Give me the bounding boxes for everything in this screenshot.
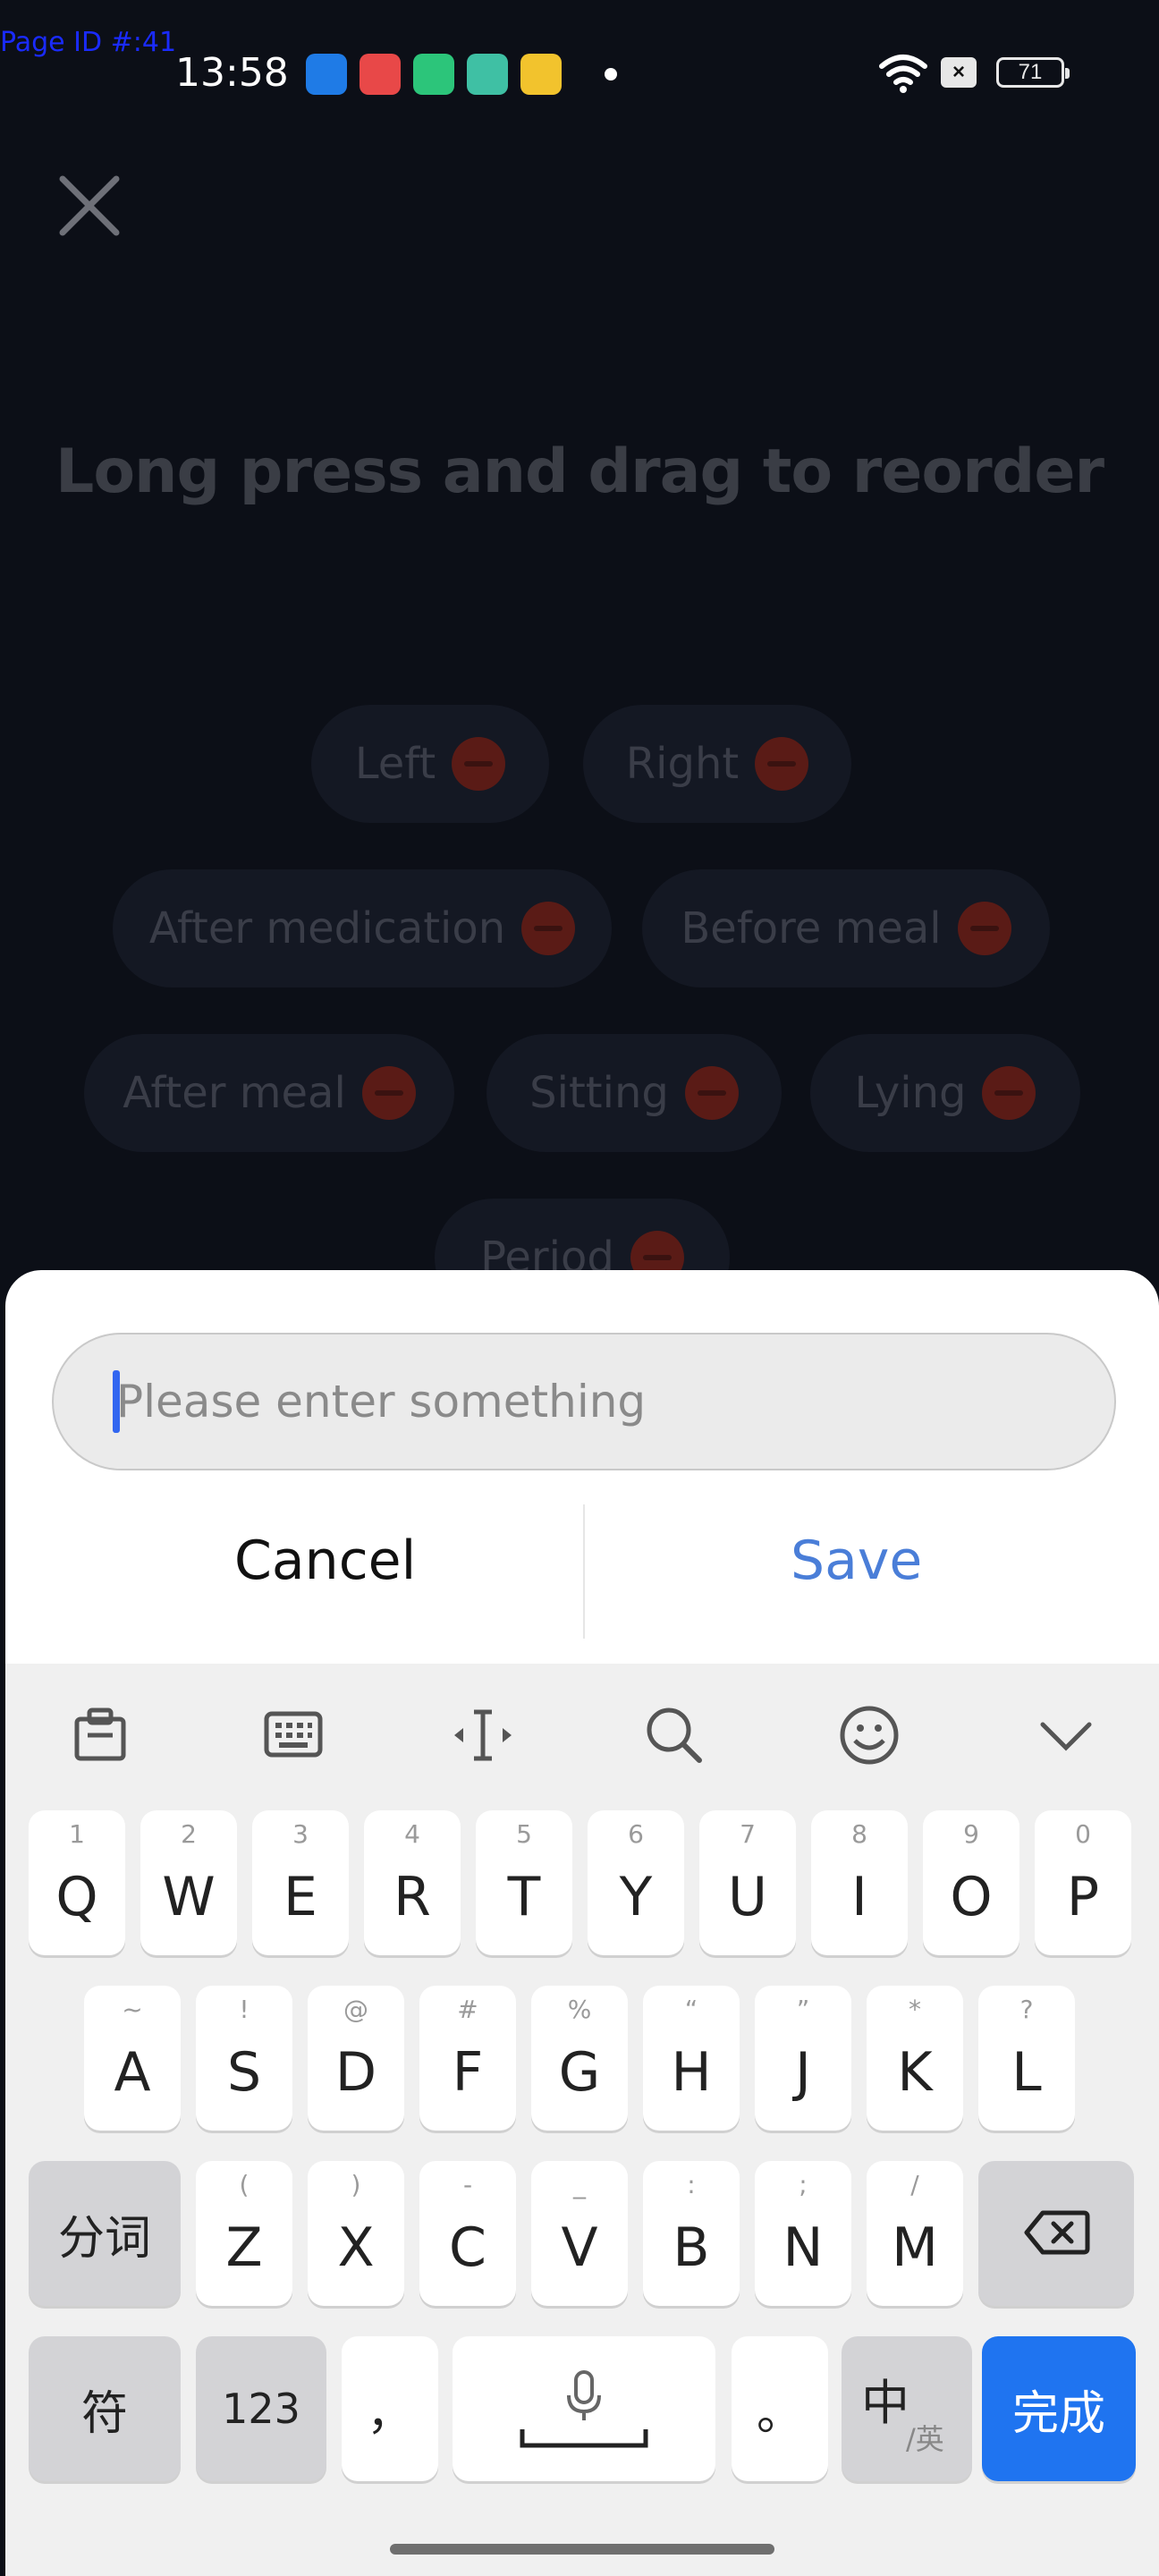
key-o[interactable]: 9O xyxy=(923,1810,1019,1955)
key-h[interactable]: “H xyxy=(643,1986,740,2131)
cursor-move-icon[interactable] xyxy=(447,1699,519,1771)
remove-tag-icon[interactable] xyxy=(982,1066,1036,1120)
tag-chip[interactable]: Right xyxy=(583,705,851,823)
space-key[interactable] xyxy=(453,2336,715,2481)
tag-label: Before meal xyxy=(681,903,942,953)
key-z[interactable]: (Z xyxy=(196,2161,292,2306)
tag-chip[interactable]: Left xyxy=(311,705,549,823)
key-l[interactable]: ? L xyxy=(978,1986,1075,2131)
no-sim-icon: × xyxy=(941,57,977,88)
key-q[interactable]: 1Q xyxy=(29,1810,125,1955)
key-j[interactable]: ” J xyxy=(755,1986,851,2131)
tag-label: Sitting xyxy=(529,1068,669,1118)
key-w[interactable]: 2W xyxy=(140,1810,237,1955)
tag-name-input[interactable] xyxy=(52,1333,1116,1470)
numbers-key[interactable]: 123 xyxy=(196,2336,326,2481)
tag-chip[interactable]: Before meal xyxy=(642,869,1050,987)
key-d[interactable]: @ D xyxy=(308,1986,404,2131)
tag-label: Right xyxy=(625,739,740,789)
symbol-key[interactable]: 符 xyxy=(29,2336,181,2481)
page-title: Long press and drag to reorder xyxy=(55,436,1104,507)
key-y[interactable]: 6Y xyxy=(588,1810,684,1955)
button-divider xyxy=(583,1504,585,1639)
tag-label: Left xyxy=(354,739,436,789)
wifi-icon xyxy=(879,55,927,93)
search-icon[interactable] xyxy=(639,1699,710,1771)
app-notification-icon xyxy=(467,54,508,95)
app-notification-icon xyxy=(520,54,562,95)
backspace-key[interactable] xyxy=(978,2161,1134,2306)
key-i[interactable]: 8I xyxy=(811,1810,908,1955)
key-r[interactable]: 4R xyxy=(364,1810,461,1955)
tag-chip[interactable]: Lying xyxy=(810,1034,1080,1152)
key-f[interactable]: # F xyxy=(419,1986,516,2131)
key-u[interactable]: 7U xyxy=(699,1810,796,1955)
remove-tag-icon[interactable] xyxy=(361,1066,416,1120)
remove-tag-icon[interactable] xyxy=(684,1066,739,1120)
status-bar: 13:58 × 71 xyxy=(0,0,1159,143)
key-s[interactable]: ! S xyxy=(196,1986,292,2131)
remove-tag-icon[interactable] xyxy=(521,902,576,955)
done-key[interactable]: 完成 xyxy=(982,2336,1136,2481)
clipboard-icon[interactable] xyxy=(64,1699,136,1771)
key-g[interactable]: % G xyxy=(531,1986,628,2131)
tag-chip[interactable]: After medication xyxy=(113,869,612,987)
cancel-button[interactable]: Cancel xyxy=(234,1530,416,1592)
tag-chip[interactable]: Sitting xyxy=(486,1034,782,1152)
remove-tag-icon[interactable] xyxy=(957,902,1011,955)
ime-keyboard: 1Q 2W 3E 4R 5T 6Y 7U 8I 9O 0P ~ A ! S @ D #… xyxy=(5,1664,1159,2576)
save-button[interactable]: Save xyxy=(791,1530,922,1592)
edit-tag-dialog: Cancel Save xyxy=(5,1270,1159,1664)
status-time: 13:58 xyxy=(175,50,289,96)
remove-tag-icon[interactable] xyxy=(452,737,506,791)
key-a[interactable]: ~ A xyxy=(84,1986,181,2131)
period-key[interactable]: 。 xyxy=(732,2336,828,2481)
key-c[interactable]: -C xyxy=(419,2161,516,2306)
space-bar-icon xyxy=(520,2429,648,2448)
key-p[interactable]: 0P xyxy=(1035,1810,1131,1955)
segment-key[interactable]: 分词 xyxy=(29,2161,181,2306)
key-v[interactable]: _ V xyxy=(531,2161,628,2306)
tag-label: After meal xyxy=(123,1068,346,1118)
emoji-icon[interactable] xyxy=(833,1699,905,1771)
key-x[interactable]: ) X xyxy=(308,2161,404,2306)
key-k[interactable]: * K xyxy=(867,1986,963,2131)
text-cursor xyxy=(113,1370,120,1433)
tag-label: Lying xyxy=(854,1068,967,1118)
app-notification-icon xyxy=(360,54,401,95)
tag-label: After medication xyxy=(148,903,506,953)
app-notification-icon xyxy=(306,54,347,95)
remove-tag-icon[interactable] xyxy=(755,737,809,791)
keyboard-icon[interactable] xyxy=(258,1699,329,1771)
key-t[interactable]: 5T xyxy=(476,1810,572,1955)
home-indicator[interactable] xyxy=(390,2544,774,2555)
more-notifications-dot-icon xyxy=(605,68,617,80)
backspace-icon xyxy=(1024,2210,1090,2255)
key-m[interactable]: / M xyxy=(867,2161,963,2306)
key-b[interactable]: :B xyxy=(643,2161,740,2306)
chevron-down-icon[interactable] xyxy=(1030,1699,1102,1771)
microphone-icon xyxy=(567,2370,601,2420)
key-e[interactable]: 3E xyxy=(252,1810,349,1955)
close-icon[interactable] xyxy=(54,170,125,242)
tag-chip[interactable]: After meal xyxy=(84,1034,454,1152)
key-n[interactable]: ; N xyxy=(755,2161,851,2306)
comma-key[interactable]: ， xyxy=(342,2336,438,2481)
status-app-icons xyxy=(306,54,562,95)
app-notification-icon xyxy=(413,54,454,95)
battery-icon: 71 xyxy=(996,57,1070,88)
language-switch-key[interactable]: 中 /英 xyxy=(842,2336,972,2481)
